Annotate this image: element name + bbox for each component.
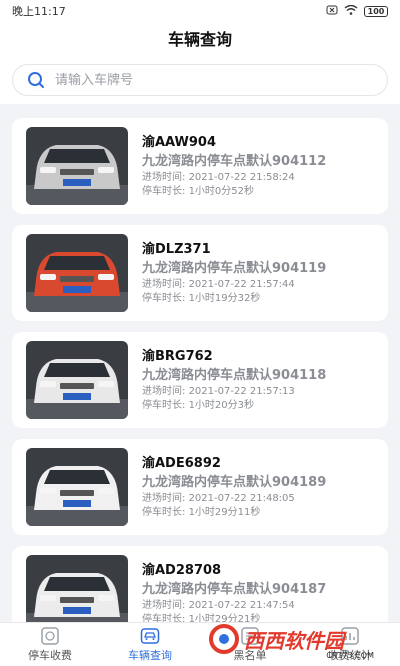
entry-time: 2021-07-22 21:47:54 <box>188 599 295 611</box>
entry-time: 2021-07-22 21:57:44 <box>188 278 295 290</box>
entry-time-row: 进场时间: 2021-07-22 21:48:05 <box>142 492 326 506</box>
battery-icon: 100 <box>364 5 388 17</box>
vehicle-photo <box>26 448 128 526</box>
tab-vehicle-query[interactable]: 车辆查询 <box>100 623 200 666</box>
parking-lot: 九龙湾路内停车点默认904118 <box>142 367 327 383</box>
entry-time-row: 进场时间: 2021-07-22 21:57:13 <box>142 385 326 399</box>
page-title: 车辆查询 <box>0 22 400 58</box>
parking-lot: 九龙湾路内停车点默认904112 <box>142 153 327 169</box>
duration-label: 停车时长: <box>142 185 186 197</box>
vehicle-card[interactable]: 渝AAW904 九龙湾路内停车点默认904112 进场时间: 2021-07-2… <box>12 118 388 214</box>
car-icon <box>140 627 160 644</box>
watermark-text: 西西软件园 <box>244 628 344 653</box>
wifi-icon <box>344 4 358 18</box>
tab-label: 停车收费 <box>28 648 72 662</box>
duration: 1小时0分52秒 <box>188 185 255 197</box>
plate-number: 渝AAW904 <box>142 134 217 150</box>
entry-time-row: 进场时间: 2021-07-22 21:57:44 <box>142 278 326 292</box>
status-time: 晚上11:17 <box>12 5 66 18</box>
duration-row: 停车时长: 1小时0分52秒 <box>142 185 326 199</box>
vehicle-photo <box>26 234 128 312</box>
entry-time: 2021-07-22 21:57:13 <box>188 385 295 397</box>
tab-label: 车辆查询 <box>128 648 172 662</box>
status-bar: 晚上11:17 100 <box>0 0 400 22</box>
entry-label: 进场时间: <box>142 492 186 504</box>
watermark-subtext: CR173.COM <box>326 651 374 660</box>
entry-time: 2021-07-22 21:48:05 <box>188 492 295 504</box>
entry-time-row: 进场时间: 2021-07-22 21:58:24 <box>142 171 326 185</box>
duration-label: 停车时长: <box>142 292 186 304</box>
vehicle-card[interactable]: 渝DLZ371 九龙湾路内停车点默认904119 进场时间: 2021-07-2… <box>12 225 388 321</box>
parking-lot: 九龙湾路内停车点默认904187 <box>142 581 327 597</box>
duration-row: 停车时长: 1小时19分32秒 <box>142 292 326 306</box>
duration-row: 停车时长: 1小时20分3秒 <box>142 399 326 413</box>
search-icon <box>28 72 44 88</box>
vehicle-card[interactable]: 渝BRG762 九龙湾路内停车点默认904118 进场时间: 2021-07-2… <box>12 332 388 428</box>
search-bar <box>0 58 400 104</box>
tab-parking-fee[interactable]: 停车收费 <box>0 623 100 666</box>
entry-label: 进场时间: <box>142 171 186 183</box>
vehicle-photo <box>26 127 128 205</box>
search-box[interactable] <box>12 64 388 96</box>
vehicle-photo <box>26 341 128 419</box>
entry-time-row: 进场时间: 2021-07-22 21:47:54 <box>142 599 326 613</box>
entry-time: 2021-07-22 21:58:24 <box>188 171 295 183</box>
status-icons: 100 <box>326 4 388 18</box>
duration-label: 停车时长: <box>142 506 186 518</box>
entry-label: 进场时间: <box>142 385 186 397</box>
plate-number: 渝AD28708 <box>142 562 222 578</box>
entry-label: 进场时间: <box>142 278 186 290</box>
watermark-logo-icon <box>209 624 239 654</box>
watermark: 西西软件园 CR173.COM <box>208 616 388 662</box>
alarm-icon <box>326 5 338 18</box>
parking-lot: 九龙湾路内停车点默认904119 <box>142 260 327 276</box>
parking-fee-icon <box>41 626 59 645</box>
search-input[interactable] <box>55 72 387 88</box>
plate-number: 渝ADE6892 <box>142 455 221 471</box>
plate-number: 渝BRG762 <box>142 348 213 364</box>
duration: 1小时20分3秒 <box>188 399 255 411</box>
duration: 1小时19分32秒 <box>188 292 261 304</box>
entry-label: 进场时间: <box>142 599 186 611</box>
parking-lot: 九龙湾路内停车点默认904189 <box>142 474 327 490</box>
duration-label: 停车时长: <box>142 399 186 411</box>
vehicle-card[interactable]: 渝ADE6892 九龙湾路内停车点默认904189 进场时间: 2021-07-… <box>12 439 388 535</box>
duration-row: 停车时长: 1小时29分11秒 <box>142 506 326 520</box>
plate-number: 渝DLZ371 <box>142 241 211 257</box>
duration: 1小时29分11秒 <box>188 506 261 518</box>
